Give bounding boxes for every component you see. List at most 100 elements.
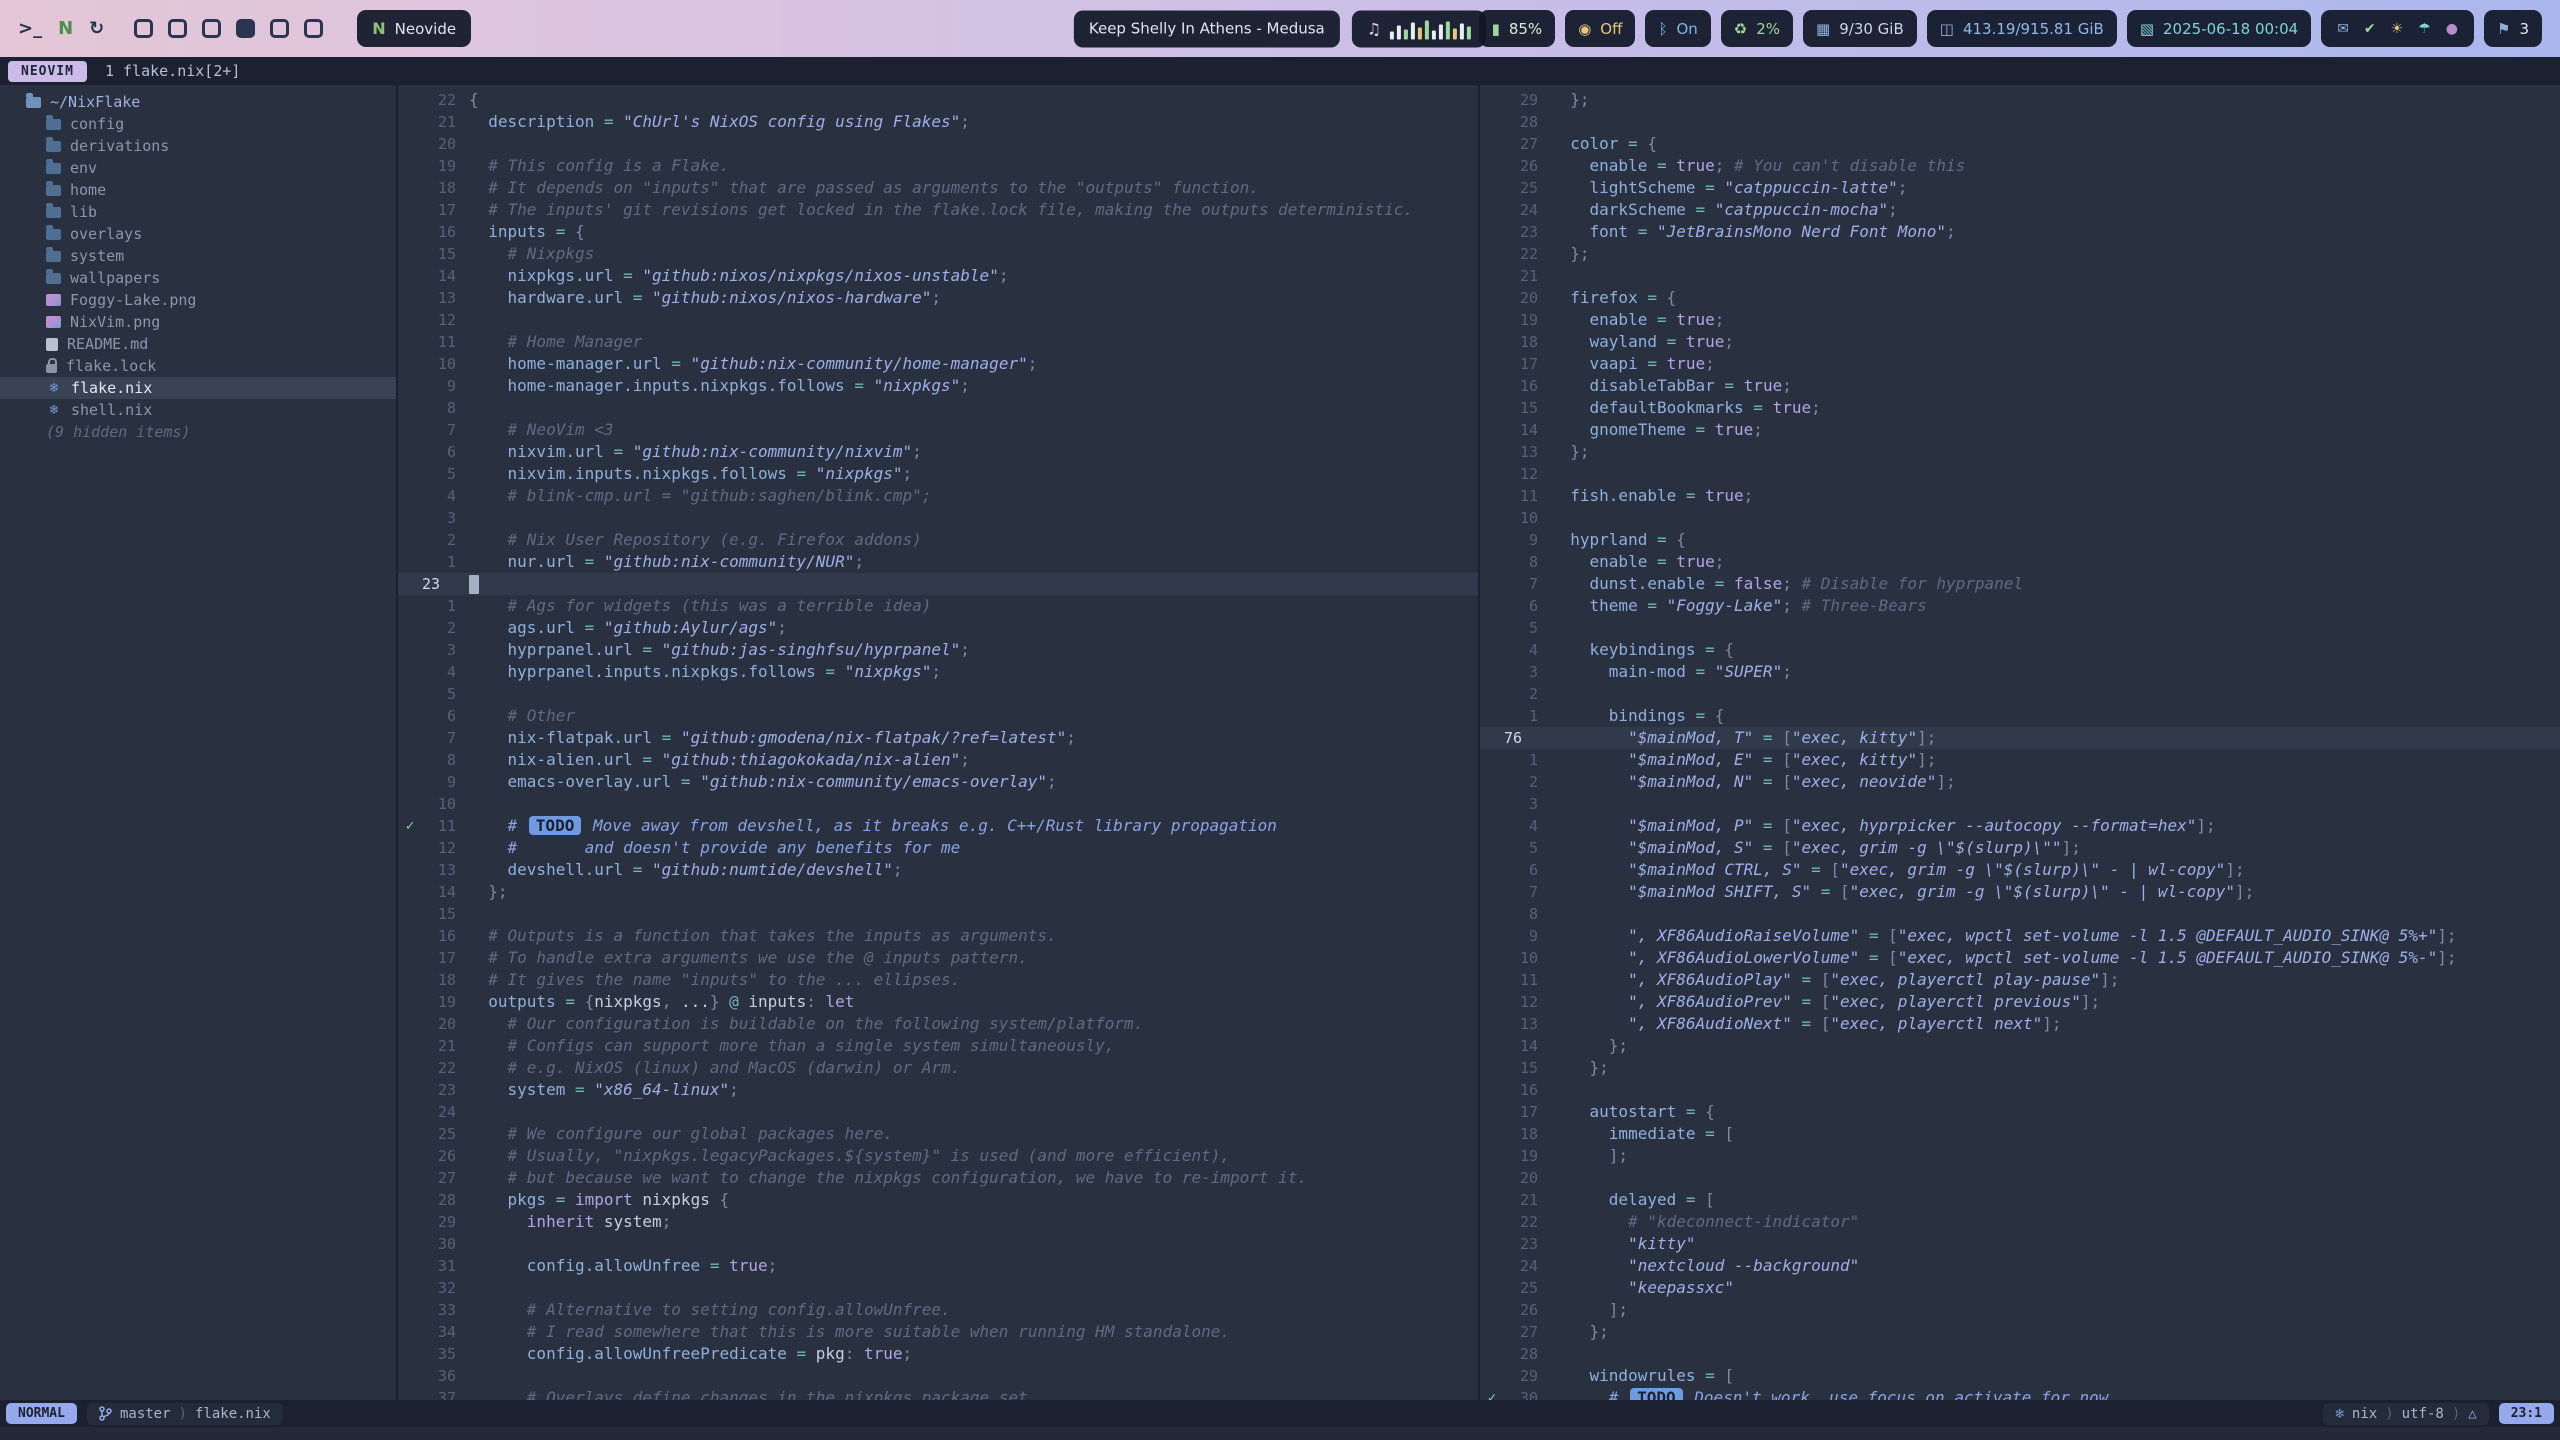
code-line[interactable]: 13 devshell.url = "github:numtide/devshe… xyxy=(398,859,1478,881)
code-line[interactable]: 15 xyxy=(398,903,1478,925)
code-line[interactable]: 22 }; xyxy=(1480,243,2560,265)
weather-icon[interactable]: ☂ xyxy=(2418,21,2431,37)
code-line[interactable]: 7 "$mainMod SHIFT, S" = ["exec, grim -g … xyxy=(1480,881,2560,903)
code-line[interactable]: 26 enable = true; # You can't disable th… xyxy=(1480,155,2560,177)
code-line[interactable]: 76 "$mainMod, T" = ["exec, kitty"]; xyxy=(1480,727,2560,749)
code-line[interactable]: 10 xyxy=(398,793,1478,815)
code-line[interactable]: ✓11 # TODO Move away from devshell, as i… xyxy=(398,815,1478,837)
code-line[interactable]: 9 emacs-overlay.url = "github:nix-commun… xyxy=(398,771,1478,793)
code-line[interactable]: 29 inherit system; xyxy=(398,1211,1478,1233)
code-line[interactable]: 27 # but because we want to change the n… xyxy=(398,1167,1478,1189)
code-line[interactable]: 5 xyxy=(398,683,1478,705)
code-line[interactable]: 28 xyxy=(1480,111,2560,133)
code-line[interactable]: 24 darkScheme = "catppuccin-mocha"; xyxy=(1480,199,2560,221)
mail-icon[interactable]: ✉ xyxy=(2337,21,2349,37)
code-line[interactable]: 22{ xyxy=(398,89,1478,111)
disk-indicator[interactable]: ◫413.19/915.81 GiB xyxy=(1927,10,2117,47)
code-line[interactable]: 21 xyxy=(1480,265,2560,287)
code-line[interactable]: 18 # It gives the name "inputs" to the .… xyxy=(398,969,1478,991)
code-line[interactable]: 34 # I read somewhere that this is more … xyxy=(398,1321,1478,1343)
workspace-6[interactable] xyxy=(304,19,323,38)
code-line[interactable]: 18 wayland = true; xyxy=(1480,331,2560,353)
code-line[interactable]: 6 nixvim.url = "github:nix-community/nix… xyxy=(398,441,1478,463)
code-line[interactable]: 13 }; xyxy=(1480,441,2560,463)
file-tree-root[interactable]: ~/NixFlake xyxy=(0,91,396,113)
code-line[interactable]: 10 xyxy=(1480,507,2560,529)
power-profile[interactable]: ◉Off xyxy=(1565,10,1635,47)
system-tray[interactable]: ✉✔☀☂● xyxy=(2321,10,2474,47)
code-line[interactable]: 11 ", XF86AudioPlay" = ["exec, playerctl… xyxy=(1480,969,2560,991)
tree-item-overlays[interactable]: overlays xyxy=(0,223,396,245)
code-line[interactable]: 8 enable = true; xyxy=(1480,551,2560,573)
code-line[interactable]: 21 description = "ChUrl's NixOS config u… xyxy=(398,111,1478,133)
code-line[interactable]: 1 # Ags for widgets (this was a terrible… xyxy=(398,595,1478,617)
code-line[interactable]: 6 "$mainMod CTRL, S" = ["exec, grim -g \… xyxy=(1480,859,2560,881)
code-line[interactable]: 4 "$mainMod, P" = ["exec, hyprpicker --a… xyxy=(1480,815,2560,837)
code-line[interactable]: 6 theme = "Foggy-Lake"; # Three-Bears xyxy=(1480,595,2560,617)
code-line[interactable]: 1 "$mainMod, E" = ["exec, kitty"]; xyxy=(1480,749,2560,771)
editor-pane-left[interactable]: 22{21 description = "ChUrl's NixOS confi… xyxy=(396,85,1478,1400)
music-track-chip[interactable]: Keep Shelly In Athens - Medusa xyxy=(1074,10,1340,47)
tree-item-shell.nix[interactable]: ❄shell.nix xyxy=(0,399,396,421)
code-line[interactable]: 20 # Our configuration is buildable on t… xyxy=(398,1013,1478,1035)
code-line[interactable]: 1 bindings = { xyxy=(1480,705,2560,727)
code-line[interactable]: 19 outputs = {nixpkgs, ...} @ inputs: le… xyxy=(398,991,1478,1013)
code-line[interactable]: 22 # e.g. NixOS (linux) and MacOS (darwi… xyxy=(398,1057,1478,1079)
code-line[interactable]: 20 xyxy=(1480,1167,2560,1189)
clock-indicator[interactable]: ▧2025-06-18 00:04 xyxy=(2127,10,2311,47)
code-line[interactable]: 5 "$mainMod, S" = ["exec, grim -g \"$(sl… xyxy=(1480,837,2560,859)
code-line[interactable]: 21 # Configs can support more than a sin… xyxy=(398,1035,1478,1057)
code-line[interactable]: 4 hyprpanel.inputs.nixpkgs.follows = "ni… xyxy=(398,661,1478,683)
code-line[interactable]: 9 home-manager.inputs.nixpkgs.follows = … xyxy=(398,375,1478,397)
code-line[interactable]: 12 xyxy=(1480,463,2560,485)
code-line[interactable]: 15 defaultBookmarks = true; xyxy=(1480,397,2560,419)
code-line[interactable]: 15 }; xyxy=(1480,1057,2560,1079)
tree-item-wallpapers[interactable]: wallpapers xyxy=(0,267,396,289)
code-line[interactable]: 23 system = "x86_64-linux"; xyxy=(398,1079,1478,1101)
code-line[interactable]: 11 # Home Manager xyxy=(398,331,1478,353)
tree-item-home[interactable]: home xyxy=(0,179,396,201)
code-line[interactable]: 27 }; xyxy=(1480,1321,2560,1343)
code-line[interactable]: 22 # "kdeconnect-indicator" xyxy=(1480,1211,2560,1233)
workspace-2[interactable] xyxy=(168,19,187,38)
workspace-4[interactable] xyxy=(236,19,255,38)
code-line[interactable]: 18 immediate = [ xyxy=(1480,1123,2560,1145)
code-line[interactable]: 12 # and doesn't provide any benefits fo… xyxy=(398,837,1478,859)
code-line[interactable]: 14 gnomeTheme = true; xyxy=(1480,419,2560,441)
tree-item-flake.lock[interactable]: flake.lock xyxy=(0,355,396,377)
code-line[interactable]: 36 xyxy=(398,1365,1478,1387)
tree-item-system[interactable]: system xyxy=(0,245,396,267)
code-line[interactable]: 7 # NeoVim <3 xyxy=(398,419,1478,441)
code-line[interactable]: 35 config.allowUnfreePredicate = pkg: tr… xyxy=(398,1343,1478,1365)
code-line[interactable]: 11 fish.enable = true; xyxy=(1480,485,2560,507)
reload-icon[interactable]: ↻ xyxy=(89,18,104,39)
code-line[interactable]: 16 # Outputs is a function that takes th… xyxy=(398,925,1478,947)
code-line[interactable]: 12 xyxy=(398,309,1478,331)
code-line[interactable]: 19 enable = true; xyxy=(1480,309,2560,331)
code-line[interactable]: 21 delayed = [ xyxy=(1480,1189,2560,1211)
code-line[interactable]: 8 xyxy=(398,397,1478,419)
code-line[interactable]: 32 xyxy=(398,1277,1478,1299)
code-line[interactable]: 37 # Overlays define changes in the nixp… xyxy=(398,1387,1478,1400)
code-line[interactable]: 8 nix-alien.url = "github:thiagokokada/n… xyxy=(398,749,1478,771)
code-line[interactable]: 30 xyxy=(398,1233,1478,1255)
bluetooth-indicator[interactable]: ᛒOn xyxy=(1645,10,1710,47)
terminal-icon[interactable]: >_ xyxy=(18,18,42,39)
git-branch-label[interactable]: master xyxy=(120,1406,171,1422)
neovide-icon[interactable]: N xyxy=(58,18,73,39)
tree-item-NixVim.png[interactable]: NixVim.png xyxy=(0,311,396,333)
code-line[interactable]: 2 # Nix User Repository (e.g. Firefox ad… xyxy=(398,529,1478,551)
code-line[interactable]: 19 ]; xyxy=(1480,1145,2560,1167)
code-line[interactable]: 26 ]; xyxy=(1480,1299,2560,1321)
code-line[interactable]: 15 # Nixpkgs xyxy=(398,243,1478,265)
code-line[interactable]: 9 ", XF86AudioRaiseVolume" = ["exec, wpc… xyxy=(1480,925,2560,947)
code-line[interactable]: 8 xyxy=(1480,903,2560,925)
code-line[interactable]: 19 # This config is a Flake. xyxy=(398,155,1478,177)
tree-item-README.md[interactable]: README.md xyxy=(0,333,396,355)
status-dot-icon[interactable]: ● xyxy=(2446,21,2458,37)
code-line[interactable]: 7 nix-flatpak.url = "github:gmodena/nix-… xyxy=(398,727,1478,749)
code-line[interactable]: 14 }; xyxy=(398,881,1478,903)
cpu-indicator[interactable]: ♻2% xyxy=(1721,10,1793,47)
code-line[interactable]: 4 # blink-cmp.url = "github:saghen/blink… xyxy=(398,485,1478,507)
workspace-3[interactable] xyxy=(202,19,221,38)
